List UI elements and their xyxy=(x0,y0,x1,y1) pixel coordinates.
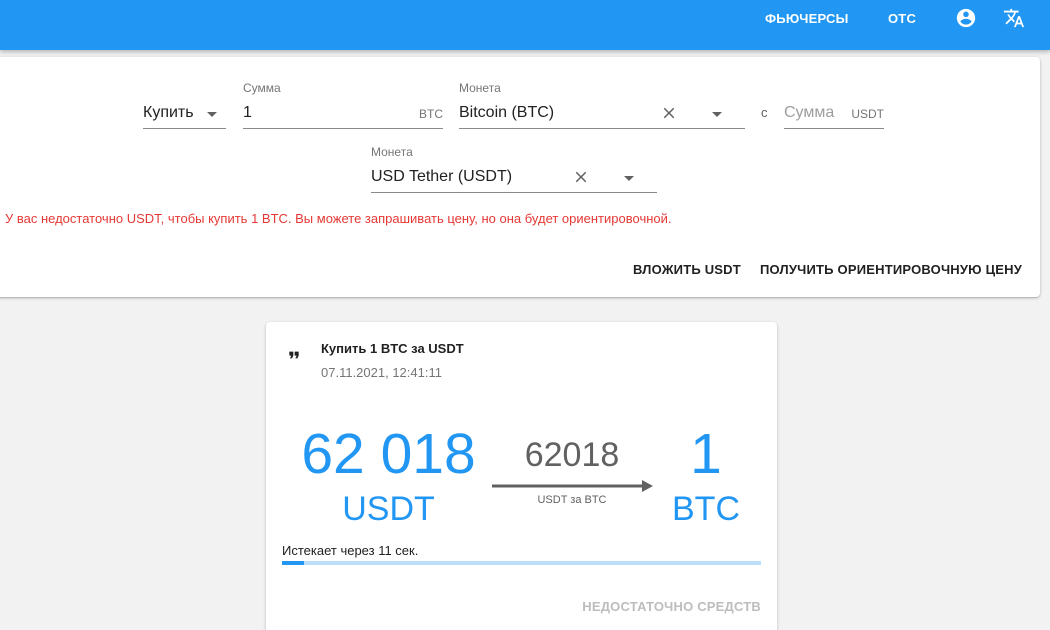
quote-coin-select[interactable]: Монета USD Tether (USDT) xyxy=(371,145,657,193)
side-select-value: Купить xyxy=(143,104,194,121)
coin-underline xyxy=(459,128,745,129)
chevron-down-icon[interactable] xyxy=(207,112,217,117)
deposit-usdt-button[interactable]: ВЛОЖИТЬ USDT xyxy=(633,262,741,277)
coin-select[interactable]: Монета Bitcoin (BTC) xyxy=(459,81,745,129)
amount-suffix: BTC xyxy=(419,107,443,121)
quote-date: 07.11.2021, 12:41:11 xyxy=(321,365,442,380)
nav-futures[interactable]: ФЬЮЧЕРСЫ xyxy=(765,0,849,38)
chevron-down-icon[interactable] xyxy=(624,176,634,181)
coin-select-value: Bitcoin (BTC) xyxy=(459,104,555,121)
chevron-down-icon[interactable] xyxy=(712,112,722,117)
coin-label: Монета xyxy=(459,81,501,95)
clear-icon[interactable] xyxy=(572,168,590,186)
quote-amount-field[interactable]: Сумма USDT xyxy=(784,81,884,129)
app-bar: ФЬЮЧЕРСЫ OTC xyxy=(0,0,1050,50)
pay-unit: USDT xyxy=(342,490,435,528)
nav-otc[interactable]: OTC xyxy=(888,0,916,38)
amount-field[interactable]: Сумма 1 BTC xyxy=(243,81,443,129)
amount-label: Сумма xyxy=(243,81,281,95)
rate-unit: USDT за BTC xyxy=(537,494,607,506)
side-select[interactable]: Купить xyxy=(143,85,226,129)
expiry-text: Истекает через 11 сек. xyxy=(282,543,419,558)
expiry-progress-fill xyxy=(282,561,304,565)
insufficient-funds-button: НЕДОСТАТОЧНО СРЕДСТВ xyxy=(582,599,761,614)
quote-amount-input[interactable]: Сумма xyxy=(784,104,834,122)
format-quote-icon xyxy=(286,347,302,368)
quote-amount-underline xyxy=(784,128,884,129)
pay-amount: 62 018 xyxy=(301,422,476,486)
quote-coin-underline xyxy=(371,192,657,193)
side-select-underline xyxy=(143,128,226,129)
quote-amount-suffix: USDT xyxy=(851,107,884,121)
clear-icon[interactable] xyxy=(660,104,678,122)
translate-icon[interactable] xyxy=(1003,7,1025,29)
quote-card: Купить 1 BTC за USDT 07.11.2021, 12:41:1… xyxy=(266,322,777,630)
amount-underline xyxy=(243,128,443,129)
receive-amount: 1 xyxy=(690,422,722,486)
amount-input[interactable]: 1 xyxy=(243,104,252,122)
receive-unit: BTC xyxy=(672,490,740,528)
quote-coin-label: Монета xyxy=(371,145,413,159)
otc-form-card: Купить Сумма 1 BTC Монета Bitcoin (BTC) … xyxy=(0,57,1040,297)
quote-coin-select-value: USD Tether (USDT) xyxy=(371,168,513,185)
insufficient-funds-warning: У вас недостаточно USDT, чтобы купить 1 … xyxy=(5,211,672,226)
account-circle-icon[interactable] xyxy=(955,7,977,29)
get-estimated-price-button[interactable]: ПОЛУЧИТЬ ОРИЕНТИРОВОЧНУЮ ЦЕНУ xyxy=(760,262,1022,277)
rate-value: 62018 xyxy=(524,436,620,474)
with-label: с xyxy=(761,105,768,120)
expiry-progress-bar xyxy=(282,561,761,565)
quote-title: Купить 1 BTC за USDT xyxy=(321,341,464,356)
